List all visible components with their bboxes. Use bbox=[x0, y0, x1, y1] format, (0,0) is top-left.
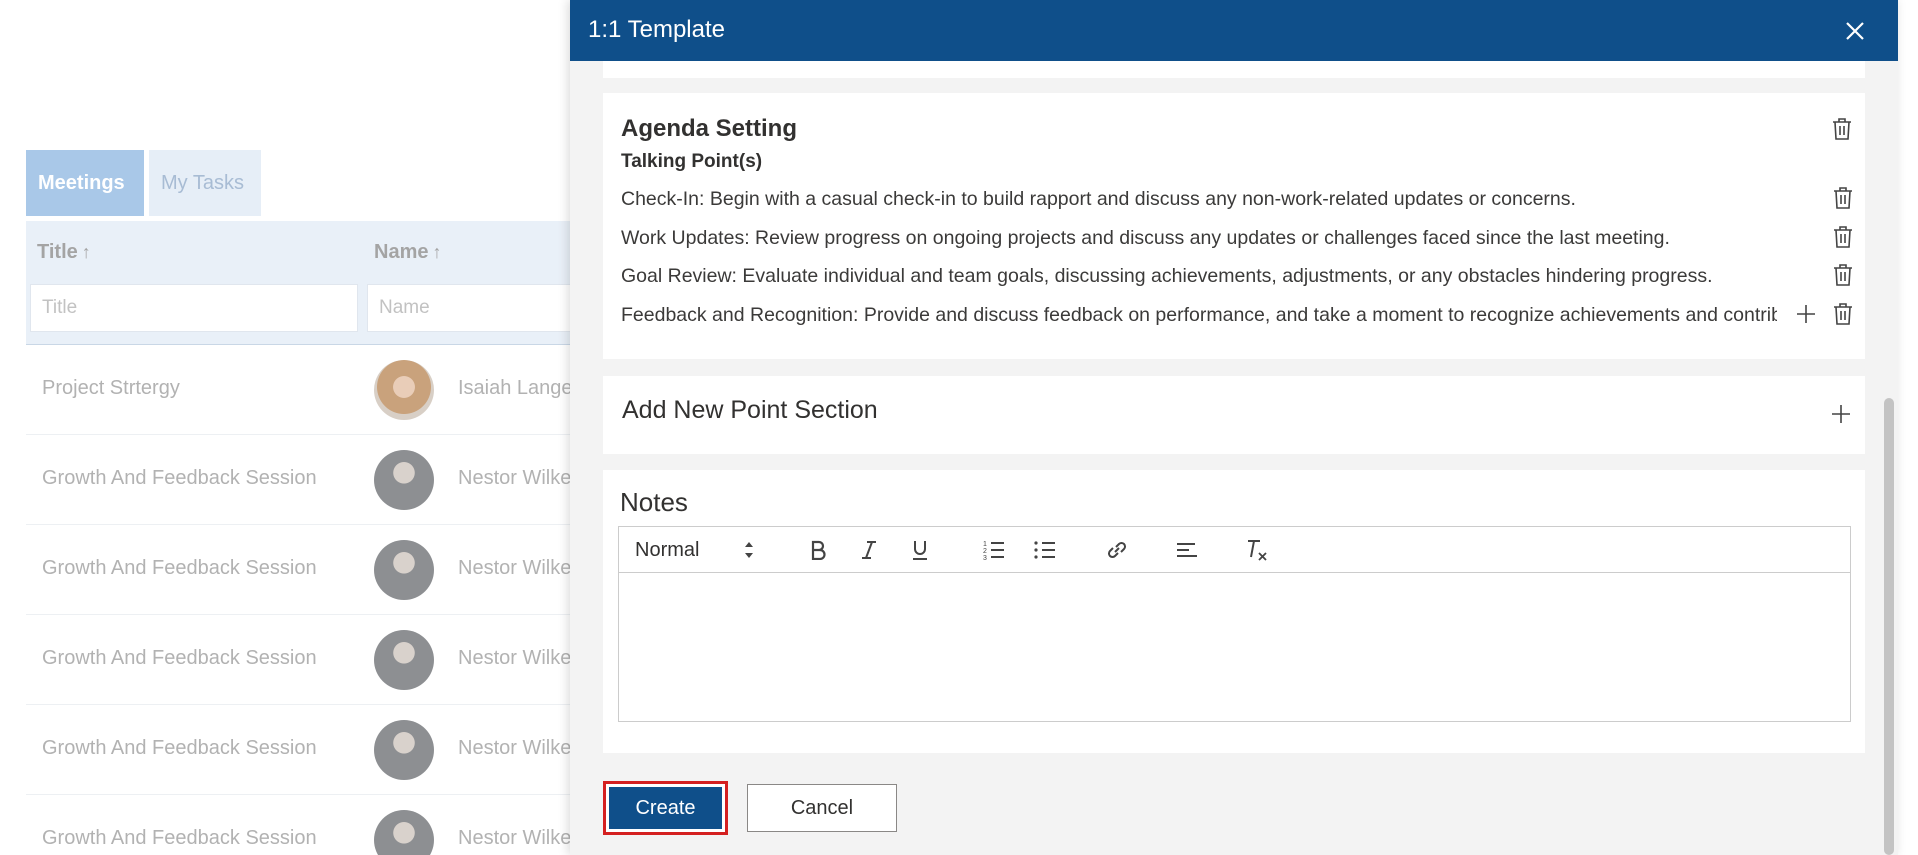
add-point-plus-icon[interactable] bbox=[1792, 300, 1820, 328]
clear-format-icon[interactable] bbox=[1242, 535, 1272, 565]
sort-arrow-up-icon: ↑ bbox=[81, 242, 91, 262]
column-header-title[interactable]: Title ↑ bbox=[37, 241, 91, 264]
add-section-plus-icon[interactable] bbox=[1827, 400, 1855, 428]
format-select-value: Normal bbox=[635, 538, 700, 561]
underline-icon[interactable] bbox=[906, 535, 934, 565]
rich-text-toolbar: Normal 123 bbox=[618, 526, 1851, 573]
talking-point-item: Work Updates: Review progress on ongoing… bbox=[621, 227, 1670, 249]
row-name: Nestor Wilke bbox=[458, 647, 572, 669]
tab-bar: Meetings My Tasks bbox=[26, 150, 261, 216]
panel-scrollbar[interactable] bbox=[1880, 61, 1898, 855]
delete-section-trash-icon[interactable] bbox=[1828, 115, 1856, 143]
talking-point-item: Goal Review: Evaluate individual and tea… bbox=[621, 265, 1713, 287]
avatar bbox=[374, 810, 434, 855]
bold-icon[interactable] bbox=[804, 535, 832, 565]
add-section-title: Add New Point Section bbox=[622, 396, 878, 424]
delete-point-trash-icon[interactable] bbox=[1829, 261, 1857, 289]
row-name: Nestor Wilke bbox=[458, 737, 572, 759]
column-header-title-label: Title bbox=[37, 241, 78, 263]
ordered-list-icon[interactable]: 123 bbox=[979, 535, 1009, 565]
chevron-updown-icon bbox=[745, 542, 753, 558]
talking-point-item: Feedback and Recognition: Provide and di… bbox=[621, 304, 1777, 326]
link-icon[interactable] bbox=[1102, 535, 1132, 565]
grid-header: Title ↑ Name ↑ Title Name bbox=[26, 221, 627, 345]
table-row[interactable]: Growth And Feedback Session Nestor Wilke bbox=[26, 795, 626, 855]
add-section-card[interactable]: Add New Point Section bbox=[603, 376, 1865, 454]
notes-title: Notes bbox=[620, 487, 688, 517]
table-row[interactable]: Growth And Feedback Session Nestor Wilke bbox=[26, 615, 626, 705]
format-select[interactable]: Normal bbox=[635, 535, 765, 565]
bullet-list-icon[interactable] bbox=[1030, 535, 1060, 565]
avatar bbox=[374, 450, 434, 510]
avatar bbox=[374, 360, 434, 420]
table-row[interactable]: Project Strtergy Isaiah Lange bbox=[26, 345, 626, 435]
template-panel: 1:1 Template Agenda Setting Talking Poin… bbox=[570, 0, 1898, 855]
row-title: Growth And Feedback Session bbox=[42, 737, 317, 759]
tab-meetings[interactable]: Meetings bbox=[26, 150, 144, 216]
table-row[interactable]: Growth And Feedback Session Nestor Wilke bbox=[26, 525, 626, 615]
italic-icon[interactable] bbox=[855, 535, 883, 565]
row-title: Growth And Feedback Session bbox=[42, 557, 317, 579]
row-name: Nestor Wilke bbox=[458, 557, 572, 579]
row-title: Growth And Feedback Session bbox=[42, 467, 317, 489]
notes-card: Notes Normal 123 bbox=[603, 470, 1865, 753]
tab-my-tasks[interactable]: My Tasks bbox=[149, 150, 261, 216]
agenda-title: Agenda Setting bbox=[621, 115, 798, 142]
talking-points-heading: Talking Point(s) bbox=[621, 151, 763, 172]
row-title: Growth And Feedback Session bbox=[42, 827, 317, 849]
previous-section-card bbox=[603, 61, 1865, 78]
title-filter-input[interactable]: Title bbox=[30, 284, 358, 332]
delete-point-trash-icon[interactable] bbox=[1829, 300, 1857, 328]
agenda-section-card: Agenda Setting Talking Point(s) Check-In… bbox=[603, 93, 1865, 359]
meetings-grid: Title ↑ Name ↑ Title Name Project Strtergy… bbox=[26, 221, 627, 855]
create-button[interactable]: Create bbox=[603, 781, 728, 835]
align-icon[interactable] bbox=[1172, 535, 1202, 565]
avatar bbox=[374, 540, 434, 600]
row-name: Nestor Wilke bbox=[458, 467, 572, 489]
row-name: Isaiah Lange bbox=[458, 377, 573, 399]
column-header-name-label: Name bbox=[374, 241, 429, 263]
cancel-button[interactable]: Cancel bbox=[747, 784, 897, 832]
svg-text:1: 1 bbox=[983, 541, 987, 548]
row-title: Growth And Feedback Session bbox=[42, 647, 317, 669]
close-icon[interactable] bbox=[1842, 18, 1868, 44]
row-title: Project Strtergy bbox=[42, 377, 180, 399]
sort-arrow-up-icon: ↑ bbox=[432, 242, 442, 262]
table-row[interactable]: Growth And Feedback Session Nestor Wilke bbox=[26, 435, 626, 525]
svg-text:3: 3 bbox=[983, 555, 987, 561]
avatar bbox=[374, 720, 434, 780]
svg-text:2: 2 bbox=[983, 548, 987, 555]
delete-point-trash-icon[interactable] bbox=[1829, 184, 1857, 212]
panel-header: 1:1 Template bbox=[570, 0, 1898, 61]
scrollbar-thumb[interactable] bbox=[1884, 398, 1894, 855]
row-name: Nestor Wilke bbox=[458, 827, 572, 849]
panel-title: 1:1 Template bbox=[588, 16, 725, 43]
talking-point-item: Check-In: Begin with a casual check-in t… bbox=[621, 188, 1576, 210]
notes-editor[interactable] bbox=[618, 572, 1851, 722]
delete-point-trash-icon[interactable] bbox=[1829, 223, 1857, 251]
avatar bbox=[374, 630, 434, 690]
table-row[interactable]: Growth And Feedback Session Nestor Wilke bbox=[26, 705, 626, 795]
column-header-name[interactable]: Name ↑ bbox=[374, 241, 441, 264]
